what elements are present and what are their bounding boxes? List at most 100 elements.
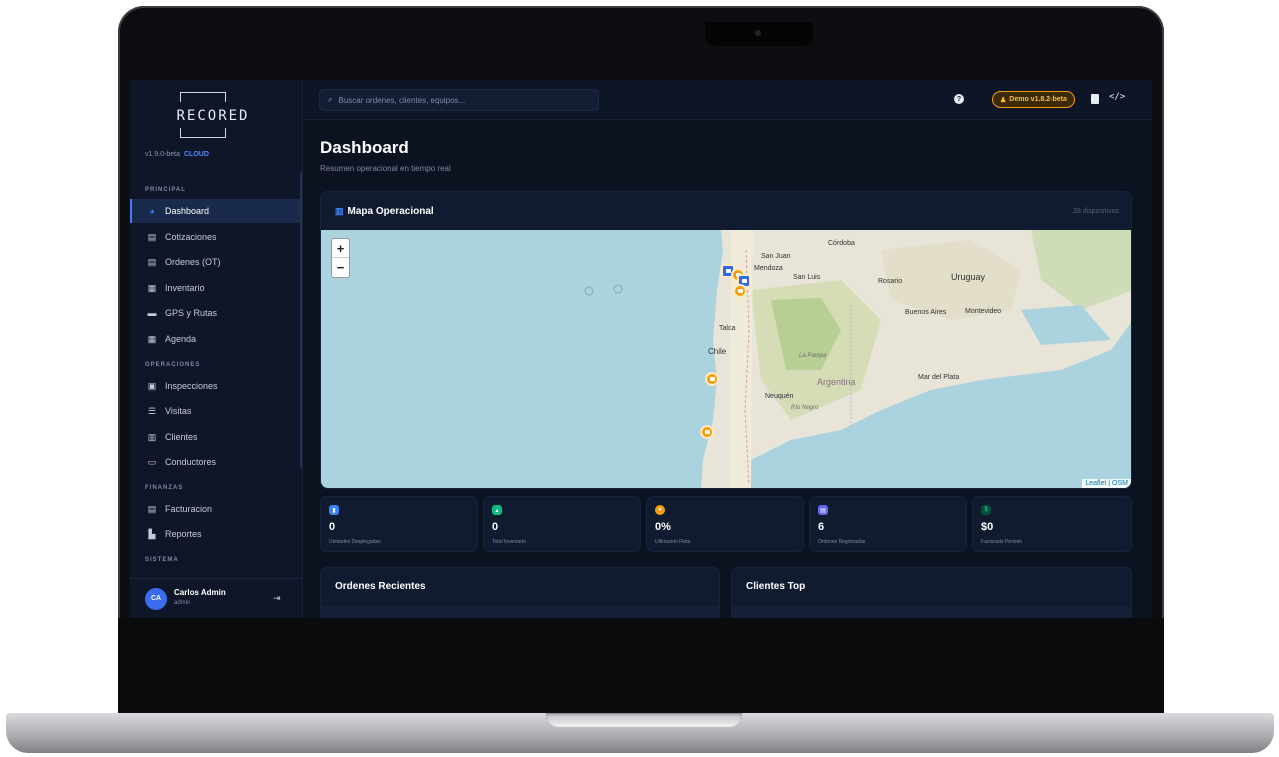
zoom-control: + −	[331, 238, 350, 278]
map-card: ▥Mapa Operacional 28 dispositivos + − C	[320, 191, 1132, 489]
map-marker[interactable]	[705, 372, 719, 386]
camera-icon	[755, 30, 761, 36]
user-profile[interactable]: CA Carlos Admin admin ⇥	[130, 578, 303, 618]
stat-card-facturado: $ $0 Facturado Periodo	[972, 496, 1132, 552]
recent-orders-card: Ordenes Recientes	[320, 567, 720, 618]
database-icon[interactable]	[1091, 94, 1099, 104]
map-label-rosario: Rosario	[878, 278, 903, 285]
map-label-argentina: Argentina	[817, 377, 856, 387]
chart-icon: ▙	[148, 528, 156, 539]
logo-bracket-top	[180, 92, 226, 102]
building-icon: ▥	[147, 431, 157, 442]
sidebar-item-facturacion[interactable]: ▤ Facturacion	[130, 497, 300, 521]
section-principal: PRINCIPAL	[145, 187, 186, 193]
map-title-label: Mapa Operacional	[347, 206, 434, 217]
dashboard-icon: ◕	[149, 206, 155, 216]
zoom-in-button[interactable]: +	[332, 239, 349, 258]
sidebar: RECORED v1.9.0-beta CLOUD PRINCIPAL ◕ Das…	[130, 80, 303, 618]
avatar[interactable]: CA	[145, 587, 167, 610]
sidebar-item-label: Dashboard	[165, 206, 210, 216]
map-label-talca: Talca	[719, 325, 736, 332]
map-label-san-juan: San Juan	[761, 253, 791, 260]
stat-value: 0	[329, 521, 336, 533]
map-marker[interactable]	[733, 284, 747, 298]
sidebar-item-label: Cotizaciones	[165, 232, 217, 242]
edition-badge: CLOUD	[183, 151, 209, 158]
sidebar-scrollbar[interactable]	[300, 172, 302, 468]
app-screen: RECORED v1.9.0-beta CLOUD PRINCIPAL ◕ Das…	[130, 80, 1152, 618]
code-icon[interactable]: </>	[1109, 92, 1125, 102]
sidebar-item-reportes[interactable]: ▙ Reportes	[130, 522, 300, 546]
stat-value: 0%	[655, 521, 671, 533]
stat-label: Total Inventario	[492, 539, 526, 545]
map-label-buenos-aires: Buenos Aires	[905, 309, 947, 316]
sidebar-item-label: Inspecciones	[165, 381, 218, 391]
version-number: v1.9.0-beta	[145, 151, 181, 158]
map-label-cordoba: Córdoba	[828, 240, 855, 247]
sidebar-item-inspecciones[interactable]: ▣ Inspecciones	[130, 374, 300, 398]
map-label-montevideo: Montevideo	[965, 308, 1002, 315]
map-label-mar-del-plata: Mar del Plata	[918, 374, 960, 381]
sidebar-item-label: Agenda	[165, 334, 197, 344]
map-attribution[interactable]: Leaflet | OSM	[1082, 479, 1131, 488]
sidebar-item-label: Facturacion	[165, 504, 213, 514]
search-bar[interactable]: ⌕	[319, 89, 599, 111]
map-view[interactable]: + − Córdoba San Juan Mendoza San Luis Ro…	[321, 230, 1131, 488]
logo-text: RECORED	[176, 108, 250, 124]
sidebar-item-label: Clientes	[165, 432, 198, 442]
map-label-la-pampa: La Pampa	[799, 353, 827, 359]
camera-notch	[705, 22, 813, 46]
sidebar-item-agenda[interactable]: ▦ Agenda	[130, 327, 300, 351]
lid-opening-notch	[546, 713, 742, 727]
user-icon: ♟	[1000, 96, 1007, 104]
search-icon: ⌕	[328, 95, 333, 104]
section-sistema: SISTEMA	[145, 557, 179, 563]
clipboard-icon: ▣	[147, 380, 157, 391]
sidebar-item-label: GPS y Rutas	[165, 308, 218, 318]
device-icon: ▮	[329, 505, 339, 515]
truck-icon: ▬	[147, 308, 157, 318]
section-finanzas: FINANZAS	[145, 485, 184, 491]
document-icon: ▤	[147, 256, 157, 267]
map-label-rio-negro: Río Negro	[791, 405, 819, 411]
id-card-icon: ▭	[147, 456, 157, 467]
stat-label: Utilizacion Flota	[655, 539, 691, 545]
sidebar-item-conductores[interactable]: ▭ Conductores	[130, 450, 300, 474]
section-operaciones: OPERACIONES	[145, 362, 201, 368]
sidebar-item-cotizaciones[interactable]: ▤ Cotizaciones	[130, 225, 300, 249]
calendar-icon: ▦	[147, 333, 157, 344]
laptop-base	[6, 713, 1274, 753]
app-logo[interactable]: RECORED	[168, 92, 258, 138]
sidebar-item-label: Ordenes (OT)	[165, 257, 221, 267]
logout-icon[interactable]: ⇥	[273, 593, 281, 604]
sidebar-item-inventario[interactable]: ▦ Inventario	[130, 276, 300, 300]
sidebar-item-label: Inventario	[165, 283, 205, 293]
map-label-chile: Chile	[708, 347, 727, 356]
map-card-title: ▥ Mapa Operacional	[335, 206, 434, 217]
screen-bottom-bezel	[118, 618, 1164, 713]
boxes-icon: ▦	[147, 282, 157, 293]
sidebar-item-ordenes[interactable]: ▤ Ordenes (OT)	[130, 250, 300, 274]
version-label: v1.9.0-beta CLOUD	[145, 151, 209, 158]
stat-card-unidades: ▮ 0 Unidades Desplegadas	[320, 496, 478, 552]
sidebar-item-clientes[interactable]: ▥ Clientes	[130, 425, 300, 449]
map-label-mendoza: Mendoza	[754, 265, 783, 272]
stat-label: Facturado Periodo	[981, 539, 1023, 545]
stat-value: $0	[981, 521, 994, 533]
sidebar-item-gps[interactable]: ▬ GPS y Rutas	[130, 301, 300, 325]
dollar-icon: $	[981, 505, 991, 515]
zoom-out-button[interactable]: −	[332, 258, 349, 277]
page-title: Dashboard	[320, 138, 409, 157]
stat-card-inventario: ▴ 0 Total Inventario	[483, 496, 641, 552]
help-icon[interactable]: ?	[954, 94, 964, 104]
recent-orders-title: Ordenes Recientes	[335, 581, 426, 592]
sidebar-item-visitas[interactable]: ☰ Visitas	[130, 399, 300, 423]
sidebar-item-dashboard[interactable]: ◕ Dashboard	[130, 199, 300, 223]
demo-badge-label: Demo v1.8.2-beta	[1009, 96, 1067, 103]
map-marker[interactable]	[700, 425, 714, 439]
boxes-icon: ▴	[492, 505, 502, 515]
demo-version-badge[interactable]: ♟ Demo v1.8.2-beta	[992, 91, 1075, 108]
search-input[interactable]	[338, 95, 579, 105]
device-count: 28 dispositivos	[1073, 208, 1119, 215]
map-label-neuquen: Neuquén	[765, 393, 794, 400]
